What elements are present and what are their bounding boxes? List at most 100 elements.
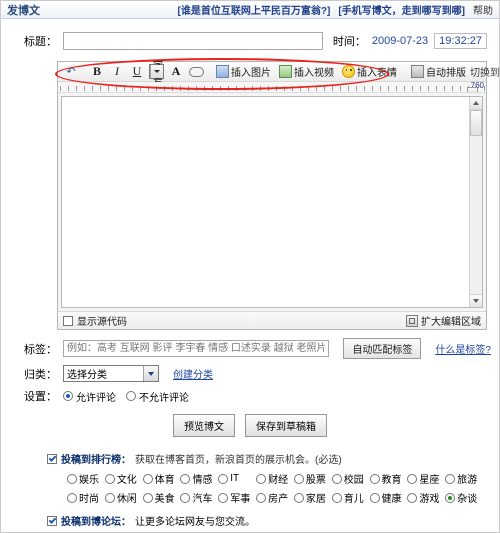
expand-editor-button[interactable]: 扩大编辑区域 <box>406 313 481 328</box>
chevron-down-icon[interactable] <box>150 65 163 78</box>
submission-category-option[interactable]: 校园 <box>331 471 370 486</box>
promo-link-2[interactable]: [手机写博文，走到哪写到哪] <box>338 2 465 17</box>
preview-button[interactable]: 预览博文 <box>173 414 235 437</box>
what-is-tag-link[interactable]: 什么是标签? <box>435 341 491 356</box>
submission-category-radio[interactable] <box>180 492 191 503</box>
submission-category-option[interactable]: 美食 <box>142 490 181 505</box>
tags-input[interactable] <box>63 340 330 357</box>
forum-submission-checkbox[interactable] <box>47 515 57 526</box>
rank-submission-row[interactable]: 投稿到排行榜： 获取在博客首页，新浪首页的展示机会。(必选) <box>47 451 483 466</box>
submission-category-option[interactable]: 杂谈 <box>445 490 483 505</box>
disallow-comment-option[interactable]: 不允许评论 <box>126 389 199 404</box>
more-features-link[interactable]: 切换到更多功能 <box>470 64 499 79</box>
submission-category-radio[interactable] <box>256 492 267 503</box>
time-value[interactable]: 19:32:27 <box>434 33 487 49</box>
submission-category-radio[interactable] <box>67 492 77 503</box>
page-title: 发博文 <box>7 4 40 17</box>
submission-category-radio[interactable] <box>180 473 191 484</box>
submission-category-radio[interactable] <box>407 492 418 503</box>
time-label: 时间： <box>332 36 366 48</box>
category-row: 归类： 选择分类 创建分类 <box>9 365 491 382</box>
category-label: 归类： <box>24 368 57 381</box>
submission-category-option[interactable]: IT <box>218 471 256 486</box>
font-color-button[interactable]: A <box>166 64 186 80</box>
promo-link-1[interactable]: [谁是首位互联网上平民百万富翁?] <box>178 2 331 17</box>
submission-category-option[interactable]: 时尚 <box>67 490 105 505</box>
scroll-down-icon[interactable] <box>470 294 482 307</box>
submission-category-option[interactable]: 教育 <box>369 471 408 486</box>
submission-category-option[interactable]: 休闲 <box>104 490 143 505</box>
submission-category-label: IT <box>230 473 240 484</box>
submission-category-option[interactable]: 游戏 <box>407 490 445 505</box>
submission-category-radio[interactable] <box>142 473 153 484</box>
undo-icon[interactable]: ↶ <box>61 66 81 78</box>
category-select[interactable]: 选择分类 <box>63 365 159 382</box>
submission-category-option[interactable]: 健康 <box>369 490 408 505</box>
auto-match-tags-button[interactable]: 自动匹配标签 <box>343 338 422 359</box>
submission-category-radio[interactable] <box>369 492 380 503</box>
chevron-down-icon[interactable] <box>143 366 158 381</box>
underline-button[interactable]: U <box>127 64 147 80</box>
submission-category-option[interactable]: 汽车 <box>180 490 218 505</box>
submission-category-option[interactable]: 星座 <box>407 471 445 486</box>
show-source-checkbox[interactable] <box>63 315 73 326</box>
disallow-comment-radio[interactable] <box>126 391 136 401</box>
show-source-toggle[interactable]: 显示源代码 <box>63 313 127 328</box>
submission-category-option[interactable]: 房产 <box>256 490 294 505</box>
editor-canvas[interactable] <box>61 96 483 308</box>
submission-category-option[interactable]: 财经 <box>256 471 294 486</box>
rank-submission-checkbox[interactable] <box>47 453 57 464</box>
submission-category-radio[interactable] <box>104 473 115 484</box>
submission-category-radio[interactable] <box>293 492 304 503</box>
submission-category-option[interactable]: 股票 <box>293 471 332 486</box>
font-size-select[interactable]: 字号 <box>149 61 164 87</box>
allow-comment-radio[interactable] <box>63 391 73 401</box>
bold-button[interactable]: B <box>87 64 107 80</box>
forum-submission-row[interactable]: 投稿到博论坛： 让更多论坛网友与您交流。 <box>47 513 483 528</box>
insert-image-button[interactable]: 插入图片 <box>212 64 275 80</box>
submission-category-radio[interactable] <box>331 473 342 484</box>
editor-scrollbar[interactable] <box>469 97 482 307</box>
submission-category-option[interactable]: 娱乐 <box>67 471 105 486</box>
submission-category-radio[interactable] <box>67 473 77 484</box>
insert-video-button[interactable]: 插入视频 <box>275 64 338 80</box>
submission-category-option[interactable]: 军事 <box>218 490 256 505</box>
image-icon <box>216 65 229 78</box>
submission-category-radio[interactable] <box>218 492 229 503</box>
help-link[interactable]: 帮助 <box>473 2 493 17</box>
submission-category-option[interactable]: 体育 <box>142 471 181 486</box>
editor-toolbar: ↶ B I U 字号 A 插入图片 插入视频 <box>58 61 499 87</box>
save-draft-button[interactable]: 保存到草稿箱 <box>245 414 327 437</box>
submission-category-option[interactable]: 家居 <box>293 490 332 505</box>
scroll-thumb[interactable] <box>470 110 482 136</box>
insert-emoji-button[interactable]: 插入表情 <box>338 64 401 80</box>
submission-category-label: 股票 <box>305 475 326 486</box>
submission-category-label: 健康 <box>381 494 402 505</box>
submission-category-option[interactable]: 育儿 <box>331 490 370 505</box>
allow-comment-option[interactable]: 允许评论 <box>63 389 126 404</box>
submission-category-radio[interactable] <box>445 473 456 484</box>
title-input[interactable] <box>63 32 323 50</box>
submission-category-radio[interactable] <box>331 492 342 503</box>
submission-category-option[interactable]: 旅游 <box>445 471 483 486</box>
submission-category-label: 游戏 <box>419 494 440 505</box>
submission-category-radio[interactable] <box>293 473 304 484</box>
submission-category-radio[interactable] <box>104 492 115 503</box>
ruler-handle[interactable] <box>467 87 478 92</box>
submission-category-radio[interactable] <box>256 473 267 484</box>
italic-button[interactable]: I <box>107 64 127 80</box>
submission-category-radio[interactable] <box>218 473 229 484</box>
submission-category-radio[interactable] <box>142 492 153 503</box>
submission-category-option[interactable]: 文化 <box>104 471 143 486</box>
disallow-comment-label: 不允许评论 <box>139 392 189 404</box>
submission-category-option[interactable]: 情感 <box>180 471 218 486</box>
submission-category-radio[interactable] <box>369 473 380 484</box>
link-icon[interactable] <box>186 64 206 80</box>
submission-category-label: 时尚 <box>79 494 99 505</box>
submission-category-label: 汽车 <box>192 494 213 505</box>
submission-category-radio[interactable] <box>445 492 456 503</box>
scroll-up-icon[interactable] <box>470 97 482 110</box>
submission-category-radio[interactable] <box>407 473 418 484</box>
create-category-link[interactable]: 创建分类 <box>173 366 213 381</box>
auto-format-button[interactable]: 自动排版 <box>407 64 470 80</box>
